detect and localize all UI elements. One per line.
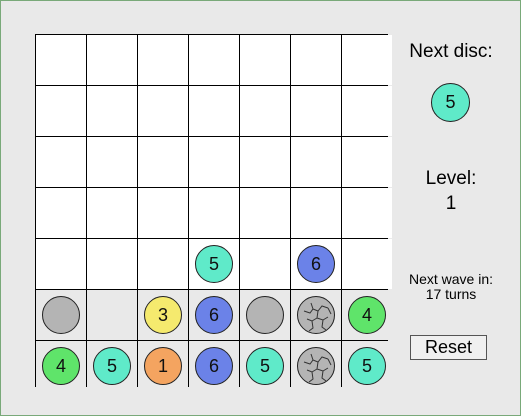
board-cell[interactable] [87, 137, 137, 187]
number-disc: 5 [246, 347, 284, 385]
disc-number: 4 [55, 355, 66, 376]
board-cell[interactable]: 6 [291, 239, 341, 289]
number-disc: 6 [195, 347, 233, 385]
blank-disc [246, 296, 284, 334]
number-disc: 6 [297, 245, 335, 283]
board-cell[interactable]: 5 [189, 239, 239, 289]
board-cell[interactable] [291, 290, 341, 340]
cracked-disc [297, 296, 335, 334]
board-cell[interactable] [291, 341, 341, 391]
board-cell[interactable]: 4 [342, 290, 392, 340]
board-cell[interactable] [87, 188, 137, 238]
board-cell[interactable]: 5 [240, 341, 290, 391]
next-disc-label: Next disc: [409, 41, 493, 62]
board-cell[interactable] [342, 239, 392, 289]
disc-number: 5 [208, 253, 219, 274]
board-cell[interactable] [36, 137, 86, 187]
board-cell[interactable]: 6 [189, 290, 239, 340]
next-disc-number: 5 [445, 92, 456, 112]
board-cell[interactable] [36, 86, 86, 136]
disc-number: 1 [157, 355, 168, 376]
crack-icon [303, 353, 332, 383]
disc-number: 6 [310, 253, 321, 274]
board-cell[interactable] [87, 35, 137, 85]
number-disc: 5 [348, 347, 386, 385]
board-cell[interactable] [36, 290, 86, 340]
blank-disc [42, 296, 80, 334]
board-cell[interactable]: 3 [138, 290, 188, 340]
next-disc: 5 [431, 83, 470, 122]
number-disc: 5 [93, 347, 131, 385]
board-cell[interactable] [240, 35, 290, 85]
number-disc: 6 [195, 296, 233, 334]
board-cell[interactable] [36, 35, 86, 85]
number-disc: 5 [195, 245, 233, 283]
next-wave-text: Next wave in: [408, 271, 494, 287]
number-disc: 4 [348, 296, 386, 334]
board-cell[interactable] [189, 35, 239, 85]
board-cell[interactable] [240, 86, 290, 136]
number-disc: 1 [144, 347, 182, 385]
board-cell[interactable] [189, 86, 239, 136]
board-cell[interactable] [138, 239, 188, 289]
level-value: 1 [445, 193, 457, 214]
disc-number: 6 [208, 304, 219, 325]
disc-number: 5 [361, 355, 372, 376]
board-cell[interactable] [240, 188, 290, 238]
disc-number: 3 [157, 304, 168, 325]
board-cell[interactable] [291, 86, 341, 136]
game-frame: 5 6 3 6 4 4 5 1 6 5 5 Next disc: 5 Level: 1 Next w… [0, 0, 521, 416]
board-cell[interactable] [36, 188, 86, 238]
disc-number: 4 [361, 304, 372, 325]
board-cell[interactable]: 5 [342, 341, 392, 391]
board-cell[interactable] [342, 137, 392, 187]
game-board: 5 6 3 6 4 4 5 1 6 5 5 [35, 34, 392, 391]
level-label: Level: [425, 168, 477, 189]
next-disc-preview: 5 [431, 83, 470, 122]
board-cell[interactable] [189, 188, 239, 238]
board-cell[interactable] [291, 35, 341, 85]
board-cell[interactable] [138, 188, 188, 238]
board-cell[interactable] [87, 239, 137, 289]
board-cell[interactable] [240, 290, 290, 340]
board-cell[interactable] [87, 86, 137, 136]
board-cell[interactable] [240, 239, 290, 289]
board-cell[interactable] [138, 137, 188, 187]
board-cell[interactable] [138, 86, 188, 136]
next-wave-turns: 17 turns [425, 286, 477, 302]
board-cell[interactable] [240, 137, 290, 187]
reset-button[interactable]: Reset [410, 335, 487, 360]
board-cell[interactable]: 5 [87, 341, 137, 391]
board-cell[interactable] [87, 290, 137, 340]
cracked-disc [297, 347, 335, 385]
number-disc: 4 [42, 347, 80, 385]
board-cell[interactable]: 4 [36, 341, 86, 391]
board-cell[interactable] [342, 35, 392, 85]
disc-number: 5 [259, 355, 270, 376]
board-cell[interactable] [342, 188, 392, 238]
number-disc: 3 [144, 296, 182, 334]
board-cell[interactable] [36, 239, 86, 289]
board-cell[interactable] [189, 137, 239, 187]
board-cell[interactable] [138, 35, 188, 85]
next-wave-label: Next wave in: 17 turns [394, 272, 508, 302]
board-cell[interactable]: 6 [189, 341, 239, 391]
board-cell[interactable] [342, 86, 392, 136]
board-cell[interactable] [291, 188, 341, 238]
disc-number: 5 [106, 355, 117, 376]
board-cell[interactable]: 1 [138, 341, 188, 391]
disc-number: 6 [208, 355, 219, 376]
crack-icon [303, 302, 332, 332]
board-cell[interactable] [291, 137, 341, 187]
